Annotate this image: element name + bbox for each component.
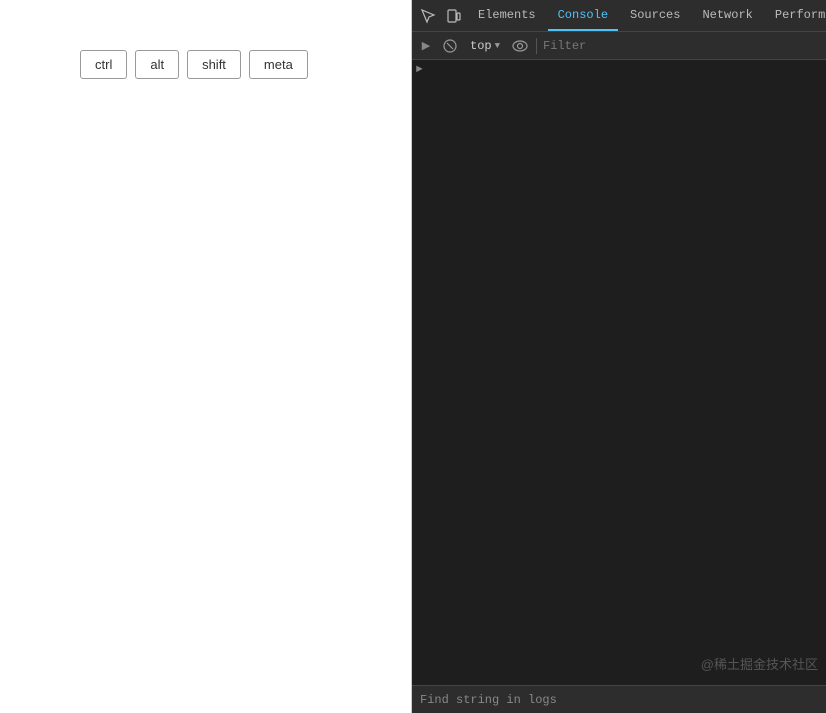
console-expand-icon[interactable]: ► — [416, 63, 423, 76]
console-toolbar: ▶ top ▼ — [412, 32, 826, 60]
find-string-label: Find string in logs — [420, 693, 557, 707]
chevron-down-icon: ▼ — [495, 41, 500, 51]
shift-button[interactable]: shift — [187, 50, 241, 79]
tab-console[interactable]: Console — [548, 0, 618, 31]
filter-container — [543, 39, 822, 53]
meta-button[interactable]: meta — [249, 50, 308, 79]
inspect-icon[interactable] — [416, 4, 440, 28]
tab-sources[interactable]: Sources — [620, 0, 690, 31]
top-context-dropdown[interactable]: top ▼ — [464, 37, 506, 55]
alt-button[interactable]: alt — [135, 50, 179, 79]
tab-network[interactable]: Network — [692, 0, 762, 31]
filter-input[interactable] — [543, 39, 822, 53]
key-buttons-row: ctrl alt shift meta — [0, 0, 411, 79]
filter-divider — [536, 38, 537, 54]
devtools-tabs-bar: Elements Console Sources Network Perform… — [412, 0, 826, 32]
device-toolbar-icon[interactable] — [442, 4, 466, 28]
eye-filter-icon[interactable] — [510, 36, 530, 56]
top-context-label: top — [470, 39, 492, 53]
devtools-panel: Elements Console Sources Network Perform… — [412, 0, 826, 713]
expand-icon[interactable]: ▶ — [416, 36, 436, 56]
tab-performance[interactable]: Performa — [765, 0, 826, 31]
console-output-area: ► — [412, 60, 826, 685]
main-content-panel: ctrl alt shift meta — [0, 0, 412, 713]
ctrl-button[interactable]: ctrl — [80, 50, 127, 79]
console-line-1: ► — [412, 62, 826, 80]
tab-elements[interactable]: Elements — [468, 0, 546, 31]
clear-console-icon[interactable] — [440, 36, 460, 56]
devtools-bottom-bar: Find string in logs — [412, 685, 826, 713]
